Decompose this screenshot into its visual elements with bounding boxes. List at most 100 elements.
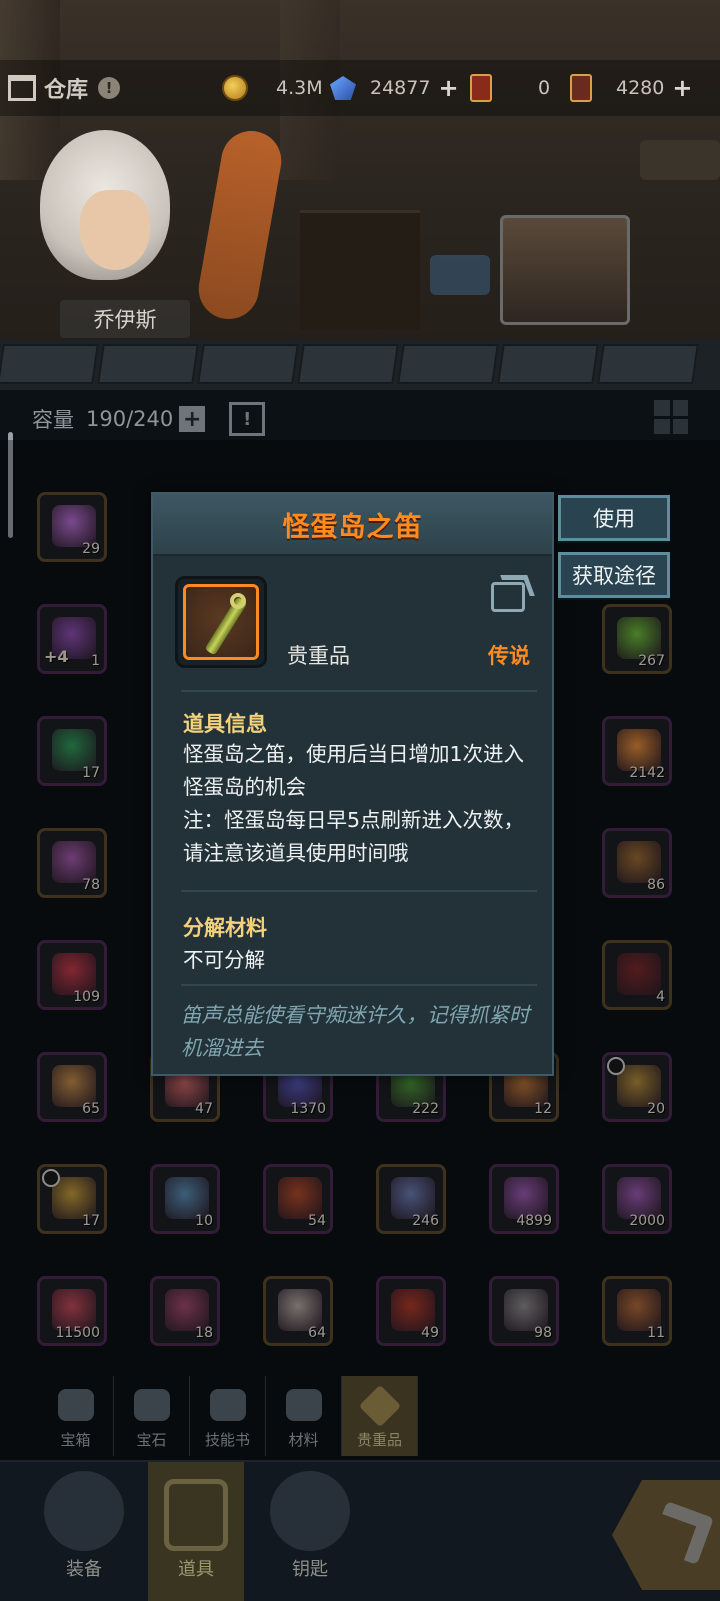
divider — [181, 690, 537, 692]
rarity-label: 传说 — [488, 644, 530, 668]
inventory-slot[interactable]: 18 — [150, 1276, 220, 1346]
scrollbar[interactable] — [8, 432, 13, 538]
item-count: 98 — [534, 1325, 552, 1341]
item-count: 64 — [308, 1325, 326, 1341]
item-count: 65 — [82, 1101, 100, 1117]
valuable-icon — [358, 1384, 401, 1428]
inventory-slot[interactable]: 64 — [263, 1276, 333, 1346]
item-count: 109 — [73, 989, 100, 1005]
red-card-icon — [470, 74, 492, 102]
inventory-slot[interactable]: 49 — [376, 1276, 446, 1346]
inventory-slot[interactable]: 2000 — [602, 1164, 672, 1234]
bottom-nav: 装备 道具 钥匙 — [0, 1460, 720, 1601]
upgrade-badge: +4 — [44, 647, 69, 666]
item-count: 12 — [534, 1101, 552, 1117]
tab-skill-book[interactable]: 技能书 — [190, 1376, 266, 1456]
inventory-slot[interactable]: 98 — [489, 1276, 559, 1346]
add-ticket-button[interactable]: + — [672, 74, 692, 102]
inventory-slot[interactable]: 11 — [602, 1276, 672, 1346]
capacity-row: 容量 190/240 + ! — [32, 402, 266, 436]
red-card-amount: 0 — [538, 77, 551, 99]
inventory-slot[interactable]: 54 — [263, 1164, 333, 1234]
inventory-slot[interactable]: 86 — [602, 828, 672, 898]
inventory-slot[interactable]: 4 — [602, 940, 672, 1010]
item-count: 11 — [647, 1325, 665, 1341]
calendar-icon[interactable]: ! — [229, 402, 266, 436]
crystal-pile — [430, 255, 490, 295]
ticket-currency: 4280 + — [570, 74, 692, 102]
share-icon[interactable] — [491, 582, 525, 612]
tab-label: 宝石 — [136, 1431, 167, 1449]
red-card-currency: 0 — [470, 74, 550, 102]
item-count: 1 — [91, 653, 100, 669]
nav-label: 钥匙 — [292, 1559, 328, 1580]
add-crystal-button[interactable]: + — [438, 74, 458, 102]
item-count: 54 — [308, 1213, 326, 1229]
popup-header: 怪蛋岛之笛 — [153, 494, 552, 556]
tab-gem[interactable]: 宝石 — [114, 1376, 190, 1456]
grid-view-icon[interactable] — [652, 398, 690, 436]
item-count: 29 — [82, 541, 100, 557]
tab-label: 宝箱 — [60, 1431, 91, 1449]
tab-label: 贵重品 — [356, 1431, 402, 1449]
item-detail-popup: 怪蛋岛之笛 贵重品 传说 道具信息 怪蛋岛之笛，使用后当日增加1次进入怪蛋岛的机… — [151, 492, 554, 1076]
item-description: 怪蛋岛之笛，使用后当日增加1次进入怪蛋岛的机会 — [183, 742, 525, 799]
floor — [0, 340, 720, 390]
category-tabs: 宝箱 宝石 技能书 材料 贵重品 — [38, 1376, 418, 1458]
info-icon[interactable]: ! — [98, 77, 121, 99]
tab-label: 材料 — [288, 1431, 319, 1449]
item-count: 11500 — [55, 1325, 100, 1341]
clock-icon — [42, 1169, 60, 1187]
nav-items[interactable]: 道具 — [148, 1462, 244, 1601]
item-bag-icon — [164, 1479, 228, 1551]
item-count: 4 — [656, 989, 665, 1005]
item-note: 注：怪蛋岛每日早5点刷新进入次数，请注意该道具使用时间哦 — [183, 808, 525, 865]
inventory-slot[interactable]: 17 — [37, 716, 107, 786]
nav-keys[interactable]: 钥匙 — [262, 1462, 358, 1601]
treasure-chest — [500, 215, 630, 325]
inventory-slot[interactable]: 17 — [37, 1164, 107, 1234]
tab-material[interactable]: 材料 — [266, 1376, 342, 1456]
item-count: 2142 — [629, 765, 665, 781]
tab-valuables[interactable]: 贵重品 — [342, 1376, 418, 1456]
warehouse-icon — [8, 75, 36, 101]
material-icon — [285, 1389, 322, 1421]
inventory-slot[interactable]: 246 — [376, 1164, 446, 1234]
inventory-slot[interactable]: 78 — [37, 828, 107, 898]
item-count: 47 — [195, 1101, 213, 1117]
capacity-label: 容量 — [32, 408, 74, 432]
item-count: 10 — [195, 1213, 213, 1229]
divider — [181, 890, 537, 892]
inventory-slot[interactable]: 20 — [602, 1052, 672, 1122]
inventory-slot[interactable]: 29 — [37, 492, 107, 562]
inventory-slot[interactable]: 4899 — [489, 1164, 559, 1234]
item-count: 18 — [195, 1325, 213, 1341]
item-art-icon — [617, 953, 661, 995]
expand-capacity-button[interactable]: + — [179, 406, 206, 432]
crystal-amount: 24877 — [370, 77, 431, 99]
tab-label: 技能书 — [204, 1431, 250, 1449]
nav-label: 道具 — [178, 1559, 214, 1580]
inventory-slot[interactable]: 109 — [37, 940, 107, 1010]
item-icon-frame — [175, 576, 267, 668]
item-count: 4899 — [516, 1213, 552, 1229]
obtain-source-button[interactable]: 获取途径 — [558, 552, 670, 598]
use-button[interactable]: 使用 — [558, 495, 670, 541]
inventory-slot[interactable]: +4 1 — [37, 604, 107, 674]
coin-icon — [222, 75, 248, 101]
inventory-slot[interactable]: 10 — [150, 1164, 220, 1234]
capacity-value: 190/240 — [86, 407, 174, 431]
inventory-slot[interactable]: 11500 — [37, 1276, 107, 1346]
tab-chest[interactable]: 宝箱 — [38, 1376, 114, 1456]
inventory-slot[interactable]: 267 — [602, 604, 672, 674]
item-count: 246 — [412, 1213, 439, 1229]
inventory-slot[interactable]: 65 — [37, 1052, 107, 1122]
ticket-icon — [570, 74, 592, 102]
item-count: 267 — [638, 653, 665, 669]
inventory-slot[interactable]: 2142 — [602, 716, 672, 786]
nav-equipment[interactable]: 装备 — [36, 1462, 132, 1601]
item-count: 86 — [647, 877, 665, 893]
item-count: 49 — [421, 1325, 439, 1341]
divider — [181, 984, 537, 986]
key-icon — [270, 1471, 350, 1551]
